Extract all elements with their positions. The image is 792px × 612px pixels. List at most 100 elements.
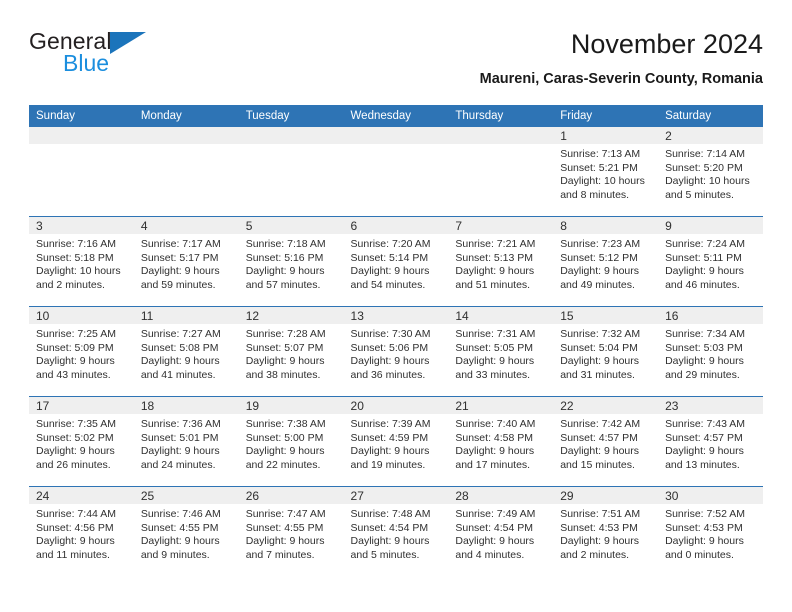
day-details: Sunrise: 7:42 AM Sunset: 4:57 PM Daylight:… (553, 414, 658, 472)
day-number (133, 127, 239, 144)
weekday-header-row: Sunday Monday Tuesday Wednesday Thursday Frid… (29, 105, 763, 127)
day-number: 8 (553, 217, 659, 234)
calendar-day-cell[interactable]: 21 Sunrise: 7:40 AM Sunset: 4:58 PM Dayligh… (448, 396, 554, 487)
day-number: 2 (658, 127, 763, 144)
calendar-day-cell[interactable]: 17 Sunrise: 7:35 AM Sunset: 5:02 PM Dayligh… (29, 396, 134, 487)
calendar-day-cell-empty (238, 127, 344, 217)
calendar-day-cell[interactable]: 8 Sunrise: 7:23 AM Sunset: 5:12 PM Daylight… (553, 216, 659, 307)
day-number: 22 (553, 397, 659, 414)
sunrise-text: Sunrise: 7:18 AM (245, 238, 326, 250)
day-details: Sunrise: 7:52 AM Sunset: 4:53 PM Daylight:… (658, 504, 763, 562)
calendar-day-cell[interactable]: 26 Sunrise: 7:47 AM Sunset: 4:55 PM Dayligh… (238, 486, 344, 576)
calendar-day-cell[interactable]: 23 Sunrise: 7:43 AM Sunset: 4:57 PM Dayligh… (658, 396, 763, 487)
calendar-day-cell[interactable]: 22 Sunrise: 7:42 AM Sunset: 4:57 PM Dayligh… (553, 396, 659, 487)
sunset-text: Sunset: 4:53 PM (560, 521, 638, 534)
calendar-day-cell[interactable]: 14 Sunrise: 7:31 AM Sunset: 5:05 PM Dayligh… (448, 306, 554, 397)
calendar-day-cell[interactable]: 16 Sunrise: 7:34 AM Sunset: 5:03 PM Dayligh… (658, 306, 763, 397)
general-blue-logo[interactable]: General Blue (29, 28, 259, 88)
sunset-text: Sunset: 5:00 PM (245, 431, 324, 444)
daylight-text: Daylight: 9 hours and 24 minutes. (140, 445, 220, 471)
calendar-day-cell[interactable]: 5 Sunrise: 7:18 AM Sunset: 5:16 PM Daylight… (238, 216, 344, 307)
sunrise-text: Sunrise: 7:16 AM (36, 238, 116, 250)
daylight-text: Daylight: 9 hours and 49 minutes. (560, 265, 640, 291)
day-number: 5 (238, 217, 344, 234)
day-number (29, 127, 134, 144)
calendar-day-cell[interactable]: 12 Sunrise: 7:28 AM Sunset: 5:07 PM Dayligh… (238, 306, 344, 397)
day-number: 17 (29, 397, 134, 414)
calendar-day-cell[interactable]: 20 Sunrise: 7:39 AM Sunset: 4:59 PM Dayligh… (343, 396, 449, 487)
day-details: Sunrise: 7:23 AM Sunset: 5:12 PM Daylight:… (553, 234, 658, 292)
calendar-day-cell[interactable]: 2 Sunrise: 7:14 AM Sunset: 5:20 PM Daylight… (658, 127, 763, 217)
calendar-day-cell[interactable]: 28 Sunrise: 7:49 AM Sunset: 4:54 PM Dayligh… (448, 486, 554, 576)
day-number: 25 (133, 487, 239, 504)
calendar-day-cell[interactable]: 13 Sunrise: 7:30 AM Sunset: 5:06 PM Dayligh… (343, 306, 449, 397)
daylight-text: Daylight: 9 hours and 9 minutes. (140, 535, 220, 561)
calendar-day-cell[interactable]: 11 Sunrise: 7:27 AM Sunset: 5:08 PM Dayligh… (133, 306, 239, 397)
sunset-text: Sunset: 4:57 PM (665, 431, 743, 444)
daylight-text: Daylight: 9 hours and 57 minutes. (245, 265, 325, 291)
calendar-day-cell[interactable]: 19 Sunrise: 7:38 AM Sunset: 5:00 PM Dayligh… (238, 396, 344, 487)
calendar-day-cell[interactable]: 29 Sunrise: 7:51 AM Sunset: 4:53 PM Dayligh… (553, 486, 659, 576)
day-details: Sunrise: 7:40 AM Sunset: 4:58 PM Daylight:… (448, 414, 553, 472)
day-number: 6 (343, 217, 449, 234)
calendar-day-cell[interactable]: 6 Sunrise: 7:20 AM Sunset: 5:14 PM Daylight… (343, 216, 449, 307)
sunrise-text: Sunrise: 7:36 AM (140, 418, 221, 430)
daylight-text: Daylight: 9 hours and 26 minutes. (36, 445, 115, 471)
day-number: 14 (448, 307, 554, 324)
calendar-body: 1 Sunrise: 7:13 AM Sunset: 5:21 PM Daylight… (29, 127, 763, 576)
sunset-text: Sunset: 4:57 PM (560, 431, 638, 444)
sunset-text: Sunset: 5:16 PM (245, 251, 324, 264)
day-details: Sunrise: 7:16 AM Sunset: 5:18 PM Daylight:… (29, 234, 134, 292)
daylight-text: Daylight: 9 hours and 33 minutes. (455, 355, 535, 381)
calendar-day-cell[interactable]: 3 Sunrise: 7:16 AM Sunset: 5:18 PM Daylight… (29, 216, 134, 307)
calendar-week-row: 10 Sunrise: 7:25 AM Sunset: 5:09 PM Dayligh… (29, 306, 763, 397)
day-number (448, 127, 554, 144)
sunrise-text: Sunrise: 7:47 AM (245, 508, 326, 520)
day-details: Sunrise: 7:39 AM Sunset: 4:59 PM Daylight:… (344, 414, 449, 472)
day-details: Sunrise: 7:44 AM Sunset: 4:56 PM Daylight:… (29, 504, 134, 562)
sunrise-text: Sunrise: 7:17 AM (140, 238, 221, 250)
sunrise-text: Sunrise: 7:35 AM (36, 418, 116, 430)
sunrise-text: Sunrise: 7:28 AM (245, 328, 326, 340)
daylight-text: Daylight: 9 hours and 31 minutes. (560, 355, 640, 381)
sunrise-text: Sunrise: 7:44 AM (36, 508, 116, 520)
sunset-text: Sunset: 5:02 PM (36, 431, 114, 444)
calendar-day-cell[interactable]: 1 Sunrise: 7:13 AM Sunset: 5:21 PM Daylight… (553, 127, 659, 217)
calendar-day-cell[interactable]: 24 Sunrise: 7:44 AM Sunset: 4:56 PM Dayligh… (29, 486, 134, 576)
day-number: 3 (29, 217, 134, 234)
calendar-day-cell[interactable]: 10 Sunrise: 7:25 AM Sunset: 5:09 PM Dayligh… (29, 306, 134, 397)
calendar-day-cell[interactable]: 15 Sunrise: 7:32 AM Sunset: 5:04 PM Dayligh… (553, 306, 659, 397)
calendar-day-cell[interactable]: 30 Sunrise: 7:52 AM Sunset: 4:53 PM Dayligh… (658, 486, 763, 576)
day-details: Sunrise: 7:49 AM Sunset: 4:54 PM Daylight:… (448, 504, 553, 562)
sunset-text: Sunset: 5:03 PM (665, 341, 743, 354)
calendar-week-row: 3 Sunrise: 7:16 AM Sunset: 5:18 PM Daylight… (29, 216, 763, 307)
calendar-day-cell[interactable]: 25 Sunrise: 7:46 AM Sunset: 4:55 PM Dayligh… (133, 486, 239, 576)
daylight-text: Daylight: 10 hours and 5 minutes. (665, 175, 750, 201)
day-details: Sunrise: 7:27 AM Sunset: 5:08 PM Daylight:… (134, 324, 239, 382)
sunrise-text: Sunrise: 7:30 AM (350, 328, 431, 340)
sunrise-text: Sunrise: 7:38 AM (245, 418, 326, 430)
day-details: Sunrise: 7:13 AM Sunset: 5:21 PM Daylight:… (553, 144, 658, 202)
calendar-day-cell[interactable]: 9 Sunrise: 7:24 AM Sunset: 5:11 PM Daylight… (658, 216, 763, 307)
weekday-header-wednesday: Wednesday (343, 105, 449, 127)
sunset-text: Sunset: 4:53 PM (665, 521, 743, 534)
calendar-day-cell-empty (29, 127, 134, 217)
sunrise-text: Sunrise: 7:14 AM (665, 148, 746, 160)
calendar-day-cell[interactable]: 4 Sunrise: 7:17 AM Sunset: 5:17 PM Daylight… (133, 216, 239, 307)
day-details: Sunrise: 7:32 AM Sunset: 5:04 PM Daylight:… (553, 324, 658, 382)
sunrise-text: Sunrise: 7:21 AM (455, 238, 536, 250)
sunset-text: Sunset: 5:11 PM (665, 251, 742, 264)
day-details: Sunrise: 7:25 AM Sunset: 5:09 PM Daylight:… (29, 324, 134, 382)
logo-text-blue: Blue (63, 50, 110, 76)
sunrise-text: Sunrise: 7:48 AM (350, 508, 431, 520)
calendar-day-cell[interactable]: 27 Sunrise: 7:48 AM Sunset: 4:54 PM Dayligh… (343, 486, 449, 576)
daylight-text: Daylight: 9 hours and 36 minutes. (350, 355, 430, 381)
calendar-day-cell[interactable]: 7 Sunrise: 7:21 AM Sunset: 5:13 PM Daylight… (448, 216, 554, 307)
weekday-header-thursday: Thursday (448, 105, 554, 127)
sunset-text: Sunset: 4:55 PM (140, 521, 219, 534)
day-number: 4 (133, 217, 239, 234)
sunrise-text: Sunrise: 7:43 AM (665, 418, 746, 430)
sunset-text: Sunset: 4:56 PM (36, 521, 114, 534)
calendar-day-cell[interactable]: 18 Sunrise: 7:36 AM Sunset: 5:01 PM Dayligh… (133, 396, 239, 487)
day-number: 20 (343, 397, 449, 414)
